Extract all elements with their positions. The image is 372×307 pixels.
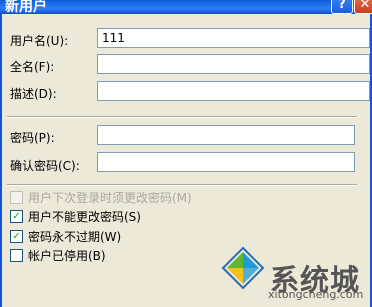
- title-bar: 新用户 ? ✕: [0, 0, 372, 14]
- window-border-left: [0, 14, 2, 307]
- watermark-url: xitongcheng.com: [268, 288, 364, 301]
- password-input[interactable]: [97, 125, 355, 145]
- must-change-password-label: 用户下次登录时须更改密码(M): [28, 191, 192, 205]
- username-input[interactable]: 111: [97, 28, 370, 48]
- description-input[interactable]: [97, 81, 370, 101]
- window-title: 新用户: [5, 0, 47, 14]
- separator: [7, 116, 357, 118]
- cannot-change-password-label: 用户不能更改密码(S): [28, 210, 141, 224]
- help-button[interactable]: ?: [331, 0, 353, 14]
- confirm-password-label: 确认密码(C):: [10, 159, 80, 173]
- fullname-label: 全名(F):: [10, 60, 55, 74]
- logo-light-blue-segment: [243, 268, 259, 284]
- logo-green-segment: [227, 252, 243, 268]
- watermark-logo-icon: [221, 246, 265, 290]
- password-label: 密码(P):: [10, 131, 55, 145]
- cannot-change-password-checkbox[interactable]: ✓: [10, 210, 23, 223]
- close-button[interactable]: ✕: [354, 0, 372, 14]
- confirm-password-input[interactable]: [97, 152, 355, 172]
- password-never-expires-checkbox[interactable]: ✓: [10, 230, 23, 243]
- account-disabled-checkbox[interactable]: [10, 249, 23, 262]
- username-label: 用户名(U):: [10, 34, 69, 48]
- logo-yellow-segment: [227, 268, 243, 284]
- fullname-input[interactable]: [97, 54, 370, 74]
- separator: [7, 184, 357, 186]
- logo-blue-segment: [243, 252, 259, 268]
- account-disabled-label: 帐户已停用(B): [28, 249, 106, 263]
- description-label: 描述(D):: [10, 87, 57, 101]
- password-never-expires-label: 密码永不过期(W): [28, 230, 122, 244]
- must-change-password-checkbox[interactable]: [10, 191, 23, 204]
